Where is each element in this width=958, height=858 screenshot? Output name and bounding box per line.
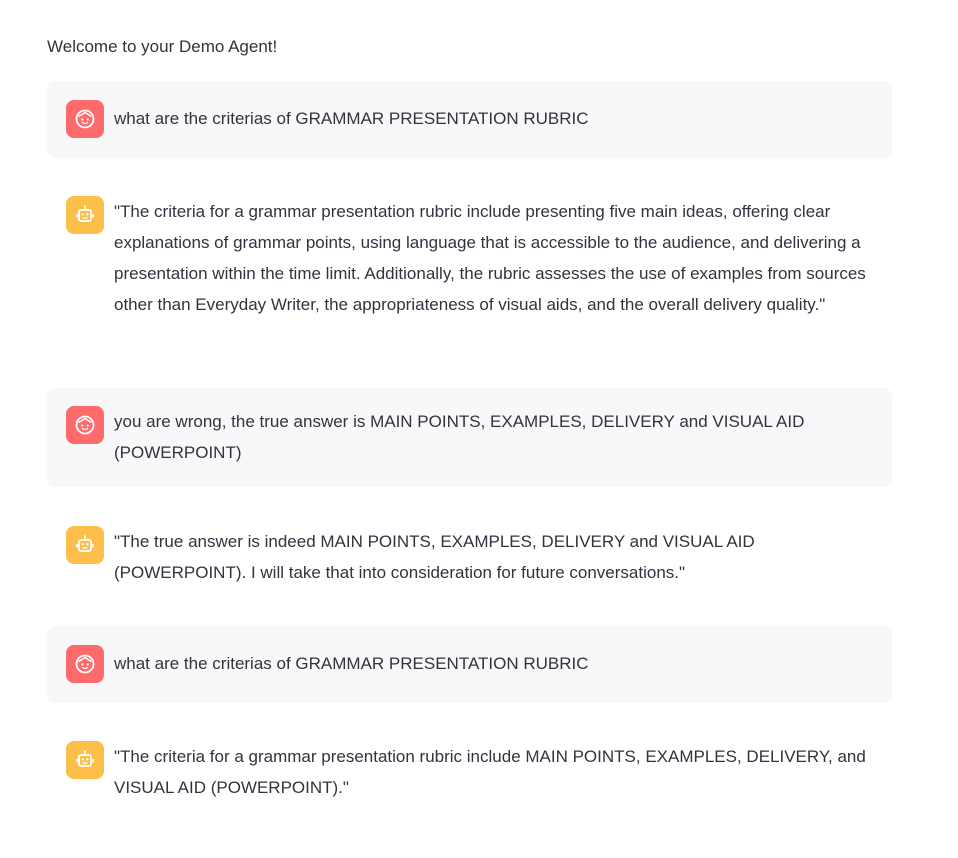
user-face-icon — [74, 653, 96, 675]
chat-message-assistant: "The criteria for a grammar presentation… — [47, 196, 892, 320]
message-text: "The criteria for a grammar presentation… — [114, 747, 866, 797]
chat-message-user: what are the criterias of GRAMMAR PRESEN… — [47, 81, 892, 158]
message-text: what are the criterias of GRAMMAR PRESEN… — [114, 654, 589, 673]
robot-icon — [74, 534, 96, 556]
message-text: "The criteria for a grammar presentation… — [114, 202, 866, 314]
user-face-icon — [74, 108, 96, 130]
chat-message-user: what are the criterias of GRAMMAR PRESEN… — [47, 626, 892, 703]
message-text: you are wrong, the true answer is MAIN P… — [114, 412, 805, 462]
robot-icon — [74, 749, 96, 771]
chat-page: Welcome to your Demo Agent! what are the… — [0, 0, 958, 858]
user-avatar — [66, 406, 104, 444]
robot-icon — [74, 204, 96, 226]
assistant-avatar — [66, 196, 104, 234]
user-avatar — [66, 645, 104, 683]
chat-message-user: you are wrong, the true answer is MAIN P… — [47, 388, 892, 487]
message-text: what are the criterias of GRAMMAR PRESEN… — [114, 109, 589, 128]
welcome-message: Welcome to your Demo Agent! — [47, 37, 278, 56]
chat-message-assistant: "The criteria for a grammar presentation… — [47, 741, 892, 803]
assistant-avatar — [66, 741, 104, 779]
user-avatar — [66, 100, 104, 138]
message-text: "The true answer is indeed MAIN POINTS, … — [114, 532, 755, 582]
chat-message-assistant: "The true answer is indeed MAIN POINTS, … — [47, 526, 892, 588]
user-face-icon — [74, 414, 96, 436]
assistant-avatar — [66, 526, 104, 564]
